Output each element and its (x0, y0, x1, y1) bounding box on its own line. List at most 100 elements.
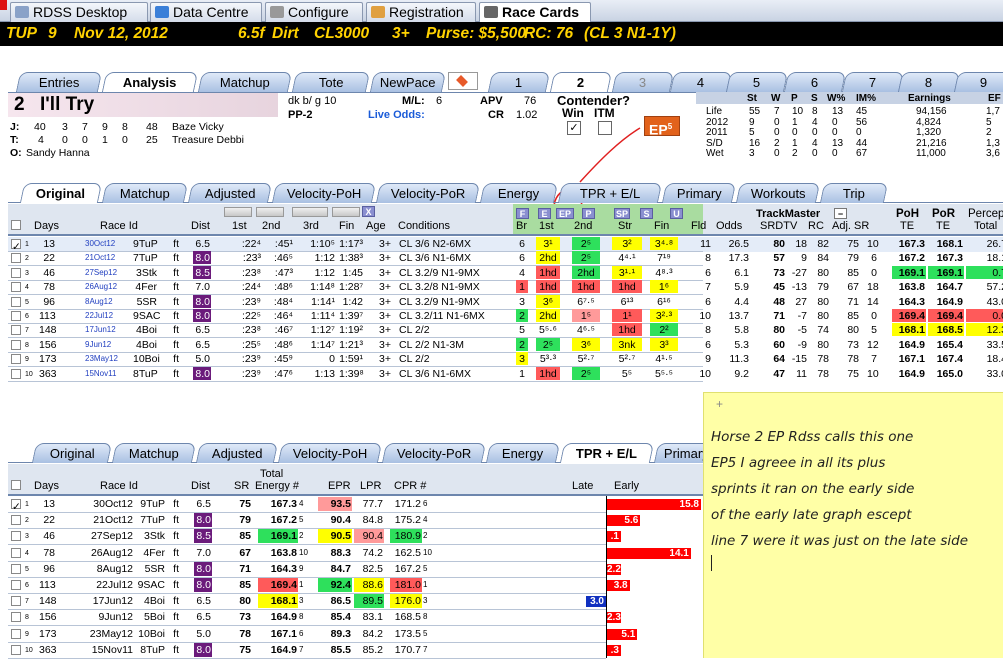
row-cell: 1¹ (612, 309, 642, 322)
grid2-tab-adjusted[interactable]: Adjusted (195, 443, 279, 463)
tab-analysis[interactable]: Analysis (101, 72, 199, 92)
tab-configure[interactable]: Configure (265, 2, 363, 22)
filter-f-button[interactable]: F (516, 208, 529, 219)
grid2-tab-velocity-poh[interactable]: Velocity-PoH (277, 443, 383, 463)
live-odds-label: Live Odds: (368, 109, 425, 121)
grid1-tab-workouts[interactable]: Workouts (735, 183, 821, 203)
grid1-select-all-checkbox[interactable] (11, 220, 21, 230)
row-checkbox[interactable] (11, 267, 21, 278)
table-row[interactable]: ✓ 1 13 30Oct12 9TuP ft 6.5:22⁴:45¹ 1:10⁵ 1:17³ 3+… (8, 237, 1003, 253)
tab-extra-button[interactable] (448, 72, 478, 90)
race-condition: (CL 3 N1-1Y) (584, 25, 676, 42)
table-row[interactable]: 6 113 22Jul12 9SAC ft 8.0:22⁵:46⁴ 1:11⁴ 1:39⁷ 3+… (8, 309, 1003, 324)
table-row[interactable]: 8 156 9Jun12 4Boi ft 6.5:25⁵:48⁶ 1:14⁷ 1:21³ 3+ C… (8, 337, 1003, 353)
row-checkbox[interactable] (11, 596, 21, 607)
tab-horse-9[interactable]: 9 (953, 72, 1003, 92)
tab-horse-1[interactable]: 1 (487, 72, 551, 92)
tab-horse-3[interactable]: 3 (611, 72, 675, 92)
row-cell: 8.0 (193, 251, 211, 265)
row-checkbox[interactable] (11, 580, 21, 590)
sticky-note[interactable]: + Horse 2 EP Rdss calls this one EP5 I a… (703, 392, 1003, 658)
grid1-tab-tpr-el[interactable]: TPR + E/L (557, 183, 663, 203)
grid2-select-all-checkbox[interactable] (11, 480, 21, 490)
filter-sp-button[interactable]: SP (614, 208, 630, 219)
tab-rdss-desktop[interactable]: RDSS Desktop (10, 2, 148, 22)
table-row[interactable]: 9 173 23May12 10Boi ft 5.0 78 167.1 6 89.3 84.2 173… (8, 627, 708, 642)
row-checkbox[interactable]: ✓ (11, 499, 21, 513)
tab-entries[interactable]: Entries (15, 72, 103, 92)
table-row[interactable]: ✓ 1 13 30Oct12 9TuP ft 6.5 75 167.3 4 93.5 77.7 171.… (8, 497, 708, 513)
table-row[interactable]: 9 173 23May12 10Boi ft 5.0:23⁹:45⁹ 0 1:59¹ 3+ CL … (8, 352, 1003, 367)
table-row[interactable]: 2 22 21Oct12 7TuP ft 8.0 79 167.2 5 90.4 84.8 175.2… (8, 513, 708, 528)
grid1-tab-velocity-por[interactable]: Velocity-PoR (375, 183, 481, 203)
table-row[interactable]: 4 78 26Aug12 4Fer ft 7.0 67 163.8 10 88.3 74.2 162.… (8, 546, 708, 561)
table-row[interactable]: 10 363 15Nov11 8TuP ft 8.0 75 164.9 7 85.5 85.2 170… (8, 642, 708, 658)
grid1-tab-primary[interactable]: Primary (661, 183, 737, 203)
tab-data-centre[interactable]: Data Centre (150, 2, 262, 22)
filter-p-button[interactable]: P (582, 208, 595, 219)
grid2-tab-energy[interactable]: Energy (485, 443, 561, 463)
grid1-tab-matchup[interactable]: Matchup (101, 183, 189, 203)
table-row[interactable]: 8 156 9Jun12 5Boi ft 6.5 73 164.9 8 85.4 83.1 168.5… (8, 610, 708, 625)
row-checkbox[interactable] (11, 644, 21, 655)
grid1-col-btn[interactable] (332, 207, 360, 217)
table-row[interactable]: 5 96 8Aug12 5SR ft 8.0:23⁹:48⁴ 1:14¹ 1:42 3+ CL 3… (8, 294, 1003, 310)
tab-horse-8[interactable]: 8 (897, 72, 961, 92)
grid2-tab-original[interactable]: Original (31, 443, 113, 463)
grid1-col-btn[interactable] (256, 207, 284, 217)
table-row[interactable]: 10 363 15Nov11 8TuP ft 8.0:23⁹:47⁶ 1:13 1:39⁸ 3+… (8, 366, 1003, 382)
row-checkbox[interactable] (11, 339, 21, 350)
note-add-icon[interactable]: + (716, 397, 723, 411)
tab-registration[interactable]: Registration (366, 2, 476, 22)
tab-horse-7[interactable]: 7 (841, 72, 905, 92)
row-checkbox[interactable] (11, 368, 21, 379)
table-row[interactable]: 4 78 26Aug12 4Fer ft 7.0:24⁴:48⁶ 1:14⁸ 1:28⁷ 3+ C… (8, 280, 1003, 295)
row-checkbox[interactable] (11, 531, 21, 542)
table-row[interactable]: 5 96 8Aug12 5SR ft 8.0 71 164.3 9 84.7 82.5 167.2 5 (8, 561, 708, 577)
tab-matchup[interactable]: Matchup (197, 72, 293, 92)
grid1-tab-trip[interactable]: Trip (819, 183, 889, 203)
grid1-tab-original[interactable]: Original (19, 183, 103, 203)
tab-horse-4[interactable]: 4 (669, 72, 733, 92)
tab-horse-6[interactable]: 6 (783, 72, 847, 92)
tab-race-cards[interactable]: Race Cards (479, 2, 591, 22)
tab-horse-5[interactable]: 5 (725, 72, 789, 92)
row-cell: :45¹ (274, 238, 293, 250)
table-row[interactable]: 3 46 27Sep12 3Stk ft 8.5:23⁸:47³ 1:12 1:45 3+ CL … (8, 265, 1003, 281)
filter-u-button[interactable]: U (670, 208, 683, 219)
row-checkbox[interactable] (11, 325, 21, 336)
grid1-col-btn[interactable] (292, 207, 328, 217)
row-checkbox[interactable] (11, 354, 21, 365)
grid1-x-button[interactable]: X (362, 206, 375, 217)
stats-cell: 1 (792, 116, 798, 128)
filter-e-button[interactable]: E (538, 208, 551, 219)
row-checkbox[interactable] (11, 253, 21, 264)
tab-horse-2[interactable]: 2 (549, 72, 613, 92)
filter-ep-button[interactable]: EP (556, 208, 574, 219)
grid1-tab-adjusted[interactable]: Adjusted (187, 183, 273, 203)
grid2-tab-velocity-por[interactable]: Velocity-PoR (381, 443, 487, 463)
grid1-tab-energy[interactable]: Energy (479, 183, 559, 203)
row-checkbox[interactable] (11, 282, 21, 293)
row-checkbox[interactable] (11, 515, 21, 526)
row-cell: 5²·⁷ (618, 353, 636, 366)
grid2-tab-matchup[interactable]: Matchup (111, 443, 197, 463)
row-checkbox[interactable]: ✓ (11, 239, 21, 253)
tab-tote[interactable]: Tote (291, 72, 371, 92)
collapse-button[interactable]: − (834, 208, 847, 219)
row-checkbox[interactable] (11, 563, 21, 574)
grid1-tab-velocity-poh[interactable]: Velocity-PoH (271, 183, 377, 203)
row-checkbox[interactable] (11, 612, 21, 623)
table-row[interactable]: 2 22 21Oct12 7TuP ft 8.0:23³:46⁵ 1:12 1:38³ 3+ CL… (8, 251, 1003, 266)
grid1-col-btn[interactable] (224, 207, 252, 217)
table-row[interactable]: 6 113 22Jul12 9SAC ft 8.0 85 169.4 1 92.4 88.6 181.… (8, 578, 708, 593)
grid2-tab-tpr-el[interactable]: TPR + E/L (559, 443, 655, 463)
tab-newpace[interactable]: NewPace (369, 72, 447, 92)
table-row[interactable]: 7 148 17Jun12 4Boi ft 6.5:23⁸:46⁷ 1:12⁷ 1:19² 3+… (8, 323, 1003, 338)
row-checkbox[interactable] (11, 628, 21, 639)
filter-s-button[interactable]: S (640, 208, 653, 219)
row-checkbox[interactable] (11, 311, 21, 321)
row-checkbox[interactable] (11, 296, 21, 307)
table-row[interactable]: 3 46 27Sep12 3Stk ft 8.5 85 169.1 2 90.5 90.4 180.9… (8, 529, 708, 544)
row-checkbox[interactable] (11, 547, 21, 558)
